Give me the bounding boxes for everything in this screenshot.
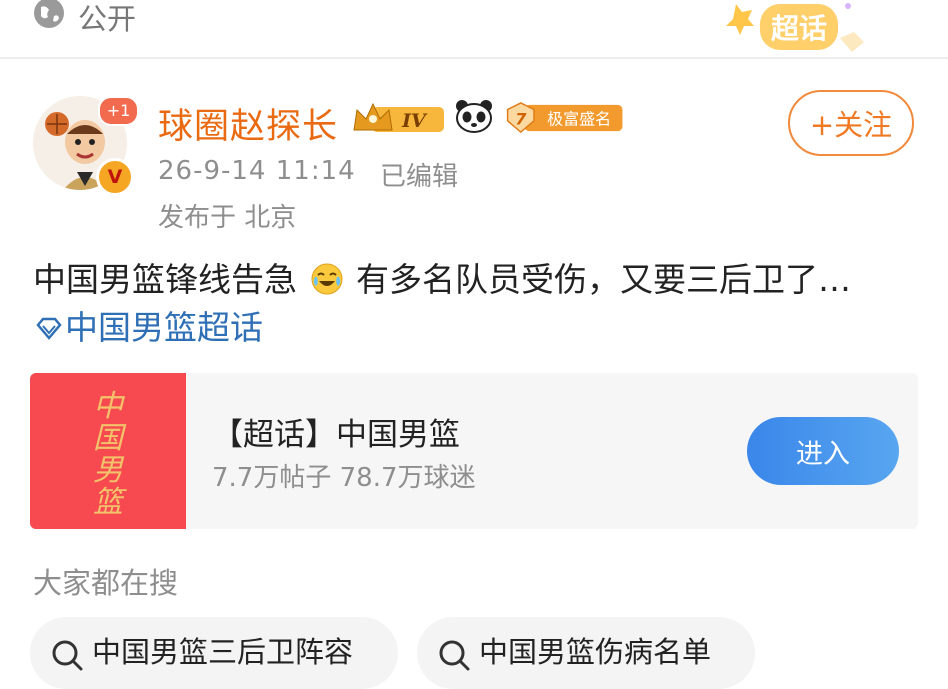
fame-level: 7 (515, 110, 527, 129)
chaohua-badge-label: 超话 (771, 12, 827, 45)
post-location: 发布于 北京 (158, 203, 297, 233)
topic-link[interactable]: 中国男篮超话 (33, 308, 263, 347)
level-badge-label: IV (401, 110, 428, 132)
hot-search-chip[interactable]: 中国男篮伤病名单 (417, 617, 755, 689)
hot-search-chip[interactable]: 中国男篮三后卫阵容 (30, 617, 398, 689)
topic-label[interactable]: 中国男篮超话 (65, 308, 263, 347)
enter-button[interactable]: 进入 (747, 417, 899, 485)
supertopic-title[interactable]: 【超话】中国男篮 (212, 409, 460, 454)
supertopic-stats: 7.7万帖子 78.7万球迷 (212, 463, 476, 493)
top-bar: 公开 超话 (0, 0, 948, 59)
hot-search-heading: 大家都在搜 (33, 566, 179, 600)
panda-icon[interactable] (455, 99, 493, 133)
hot-search-label[interactable]: 中国男篮伤病名单 (479, 629, 711, 671)
supertopic-thumbnail[interactable]: 中国男篮 (30, 373, 186, 529)
post-text-part2: 有多名队员受伤，又要三后卫了… (356, 260, 851, 299)
post-time: 26-9-14 11:14 (158, 156, 356, 186)
author-name[interactable]: 球圈赵探长 (158, 98, 338, 149)
crying-laughing-emoji-icon (311, 263, 342, 295)
crown-badge-icon[interactable]: IV (352, 100, 446, 136)
edited-label[interactable]: 已编辑 (380, 156, 458, 193)
hot-search-label[interactable]: 中国男篮三后卫阵容 (92, 629, 353, 671)
chaohua-badge-icon[interactable]: 超话 (722, 0, 872, 56)
supertopic-card[interactable]: 中国男篮 【超话】中国男篮 7.7万帖子 78.7万球迷 进入 (30, 373, 918, 529)
verified-icon: V (96, 158, 134, 196)
fame-label: 极富盛名 (547, 110, 611, 129)
avatar-notification-badge: +1 (98, 96, 139, 126)
diamond-icon (36, 317, 62, 340)
follow-button[interactable]: +关注 (788, 90, 914, 156)
search-icon (52, 640, 83, 671)
fame-badge-icon[interactable]: 7 极富盛名 (502, 102, 628, 134)
post-text-part1: 中国男篮锋线告急 (33, 260, 297, 299)
globe-icon (34, 0, 64, 28)
search-icon (439, 640, 470, 671)
supertopic-thumbnail-text: 中国男篮 (93, 389, 123, 520)
visibility-label[interactable]: 公开 (78, 0, 136, 38)
post-text: 中国男篮锋线告急 有多名队员受伤，又要三后卫了… 中国男篮超话 (33, 256, 893, 352)
